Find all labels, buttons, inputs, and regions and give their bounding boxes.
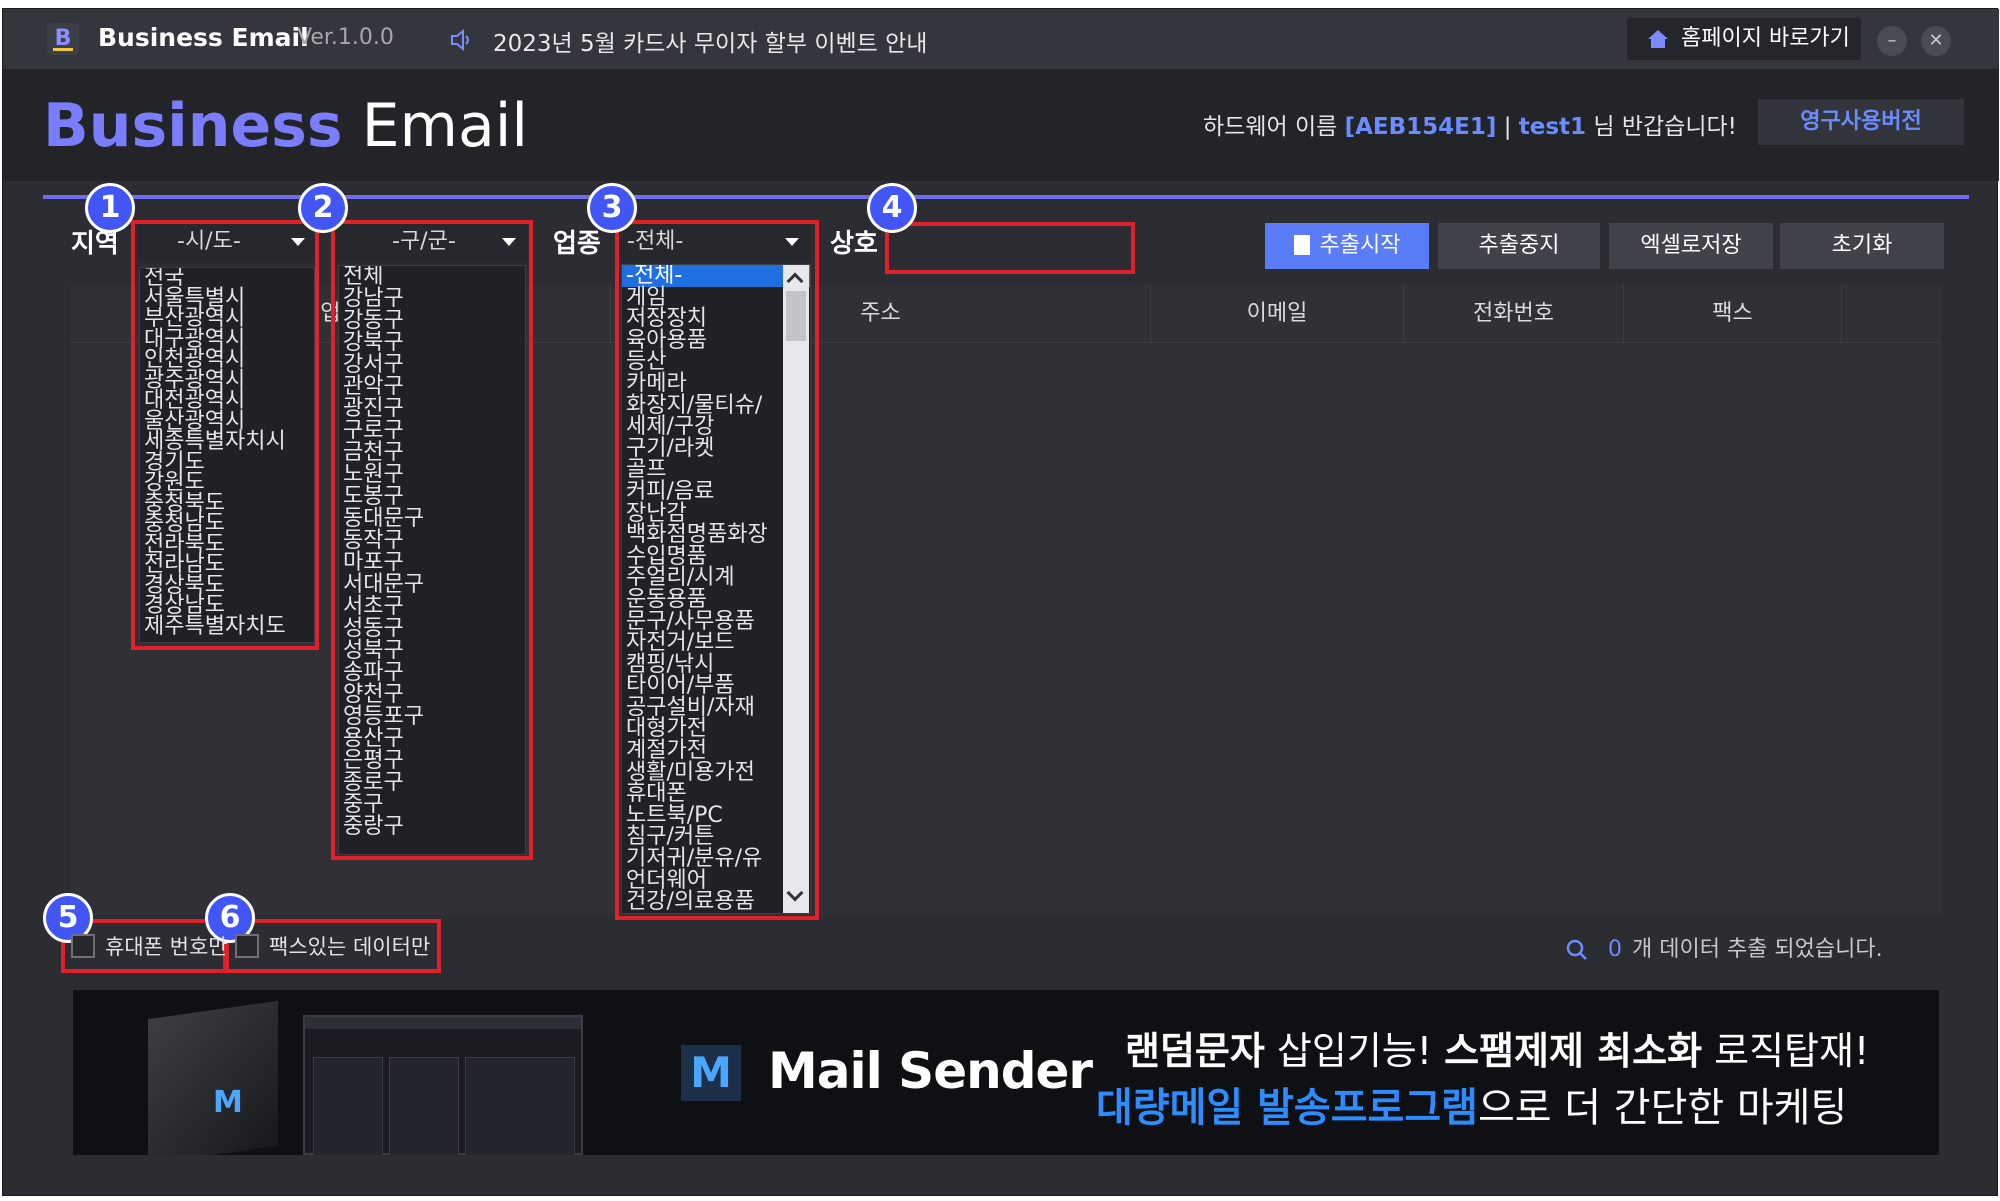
product-box-logo: M <box>213 1085 243 1120</box>
mobile-only-label: 휴대폰 번호만 <box>105 935 228 959</box>
product-box-image <box>148 1000 278 1155</box>
hardware-id: [AEB154E1] <box>1344 114 1497 140</box>
app-logo-icon: B <box>47 23 79 55</box>
app-screenshot-thumbnail <box>303 1015 583 1155</box>
permanent-version-button[interactable]: 영구사용버전 <box>1758 99 1964 145</box>
start-extraction-label: 추출시작 <box>1319 233 1401 258</box>
mobile-only-checkbox[interactable] <box>71 934 95 958</box>
column-header-fax[interactable]: 팩스 <box>1624 285 1842 343</box>
highlight-box-industry <box>615 220 819 920</box>
start-extraction-button[interactable]: 추출시작 <box>1265 223 1429 269</box>
homepage-button-label: 홈페이지 바로가기 <box>1681 26 1850 51</box>
extraction-status: 0 개 데이터 추출 되었습니다. <box>1608 931 1883 963</box>
minimize-button[interactable]: – <box>1877 26 1907 56</box>
banner-l1-d: 로직탑재! <box>1702 1029 1870 1073</box>
mailsender-ad-banner[interactable]: M M Mail Sender 랜덤문자 삽입기능! 스팸제제 최소화 로직탑재… <box>73 990 1939 1155</box>
column-header-phone[interactable]: 전화번호 <box>1404 285 1624 343</box>
greeting-suffix: 님 반갑습니다! <box>1593 114 1737 140</box>
banner-line-1: 랜덤문자 삽입기능! 스팸제제 최소화 로직탑재! <box>1125 1020 1869 1075</box>
app-name: Business Email <box>98 23 309 52</box>
notice-text[interactable]: 2023년 5월 카드사 무이자 할부 이벤트 안내 <box>493 24 927 58</box>
highlight-box-company <box>885 222 1135 274</box>
mailsender-name: Mail Sender <box>768 1042 1093 1100</box>
app-window: B Business Email Ver.1.0.0 2023년 5월 카드사 … <box>2 8 1999 1196</box>
close-button[interactable]: ✕ <box>1921 26 1951 56</box>
column-header-email[interactable]: 이메일 <box>1151 285 1404 343</box>
title-bar: B Business Email Ver.1.0.0 2023년 5월 카드사 … <box>3 9 1999 69</box>
callout-badge-1: 1 <box>85 183 135 233</box>
banner-l1-b: 삽입기능! <box>1264 1029 1445 1073</box>
logo-bold-text: Business <box>43 91 343 161</box>
industry-label: 업종 <box>553 229 601 259</box>
header: Business Email 하드웨어 이름 [AEB154E1] | test… <box>3 69 1999 181</box>
highlight-box-district <box>331 220 533 860</box>
mailsender-logo-icon: M <box>681 1045 741 1101</box>
hardware-label: 하드웨어 이름 <box>1203 114 1338 140</box>
speaker-icon <box>451 28 469 52</box>
extraction-message: 개 데이터 추출 되었습니다. <box>1632 937 1883 962</box>
banner-l1-a: 랜덤문자 <box>1125 1029 1265 1073</box>
user-greeting: 하드웨어 이름 [AEB154E1] | test1 님 반갑습니다! <box>1203 107 1737 141</box>
company-label: 상호 <box>830 229 878 259</box>
stop-extraction-button[interactable]: 추출중지 <box>1438 223 1600 269</box>
reset-button[interactable]: 초기화 <box>1780 223 1944 269</box>
banner-l2-a: 대량메일 발송프로그램 <box>1096 1085 1478 1131</box>
app-version: Ver.1.0.0 <box>297 25 394 50</box>
extraction-count: 0 <box>1608 937 1622 962</box>
homepage-button[interactable]: 홈페이지 바로가기 <box>1627 18 1861 60</box>
banner-l1-c: 스팸제제 최소화 <box>1444 1029 1703 1073</box>
save-excel-button[interactable]: 엑셀로저장 <box>1609 223 1773 269</box>
username: test1 <box>1518 114 1587 140</box>
highlight-box-city <box>131 220 319 650</box>
callout-badge-2: 2 <box>298 183 348 233</box>
callout-badge-4: 4 <box>867 183 917 233</box>
logo-regular-text: Email <box>361 91 529 161</box>
home-icon <box>1648 30 1668 48</box>
fax-only-label: 팩스있는 데이터만 <box>269 935 431 959</box>
greeting-separator: | <box>1503 114 1512 140</box>
callout-badge-3: 3 <box>587 183 637 233</box>
fax-only-checkbox[interactable] <box>235 934 259 958</box>
document-icon <box>1293 235 1310 255</box>
brand-logo: Business Email <box>43 91 528 161</box>
search-icon <box>1566 939 1587 960</box>
banner-l2-b: 으로 더 간단한 마케팅 <box>1477 1085 1848 1131</box>
banner-line-2: 대량메일 발송프로그램으로 더 간단한 마케팅 <box>1096 1075 1847 1133</box>
